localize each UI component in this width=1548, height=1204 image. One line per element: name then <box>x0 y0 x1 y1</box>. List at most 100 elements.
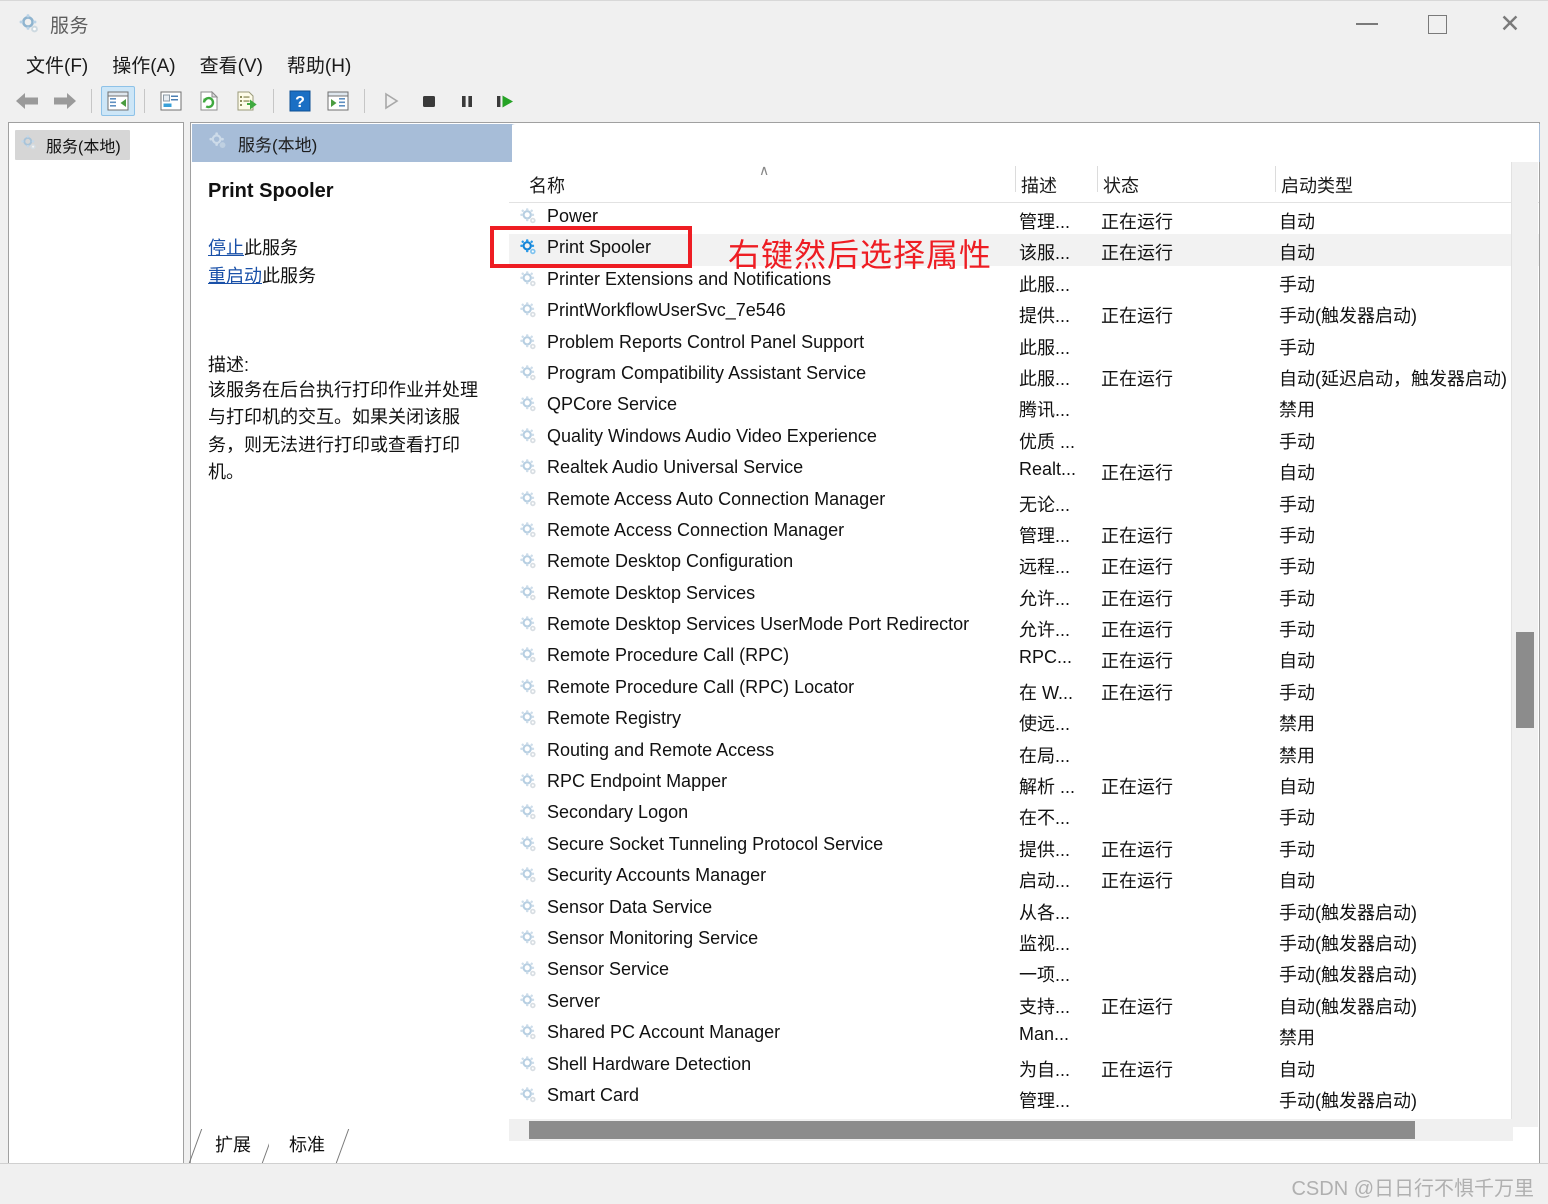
pause-service-icon[interactable] <box>450 86 484 116</box>
horizontal-scrollbar-thumb[interactable] <box>529 1121 1415 1139</box>
service-name-label: Server <box>547 990 601 1011</box>
maximize-button[interactable] <box>1402 1 1472 47</box>
service-name-label: Power <box>547 206 599 226</box>
annotation-text: 右键然后选择属性 <box>728 237 993 273</box>
table-row[interactable]: Secure Socket Tunneling Protocol Service… <box>509 831 1539 862</box>
row-status-cell: 正在运行 <box>1101 839 1173 860</box>
column-header-startup[interactable]: 启动类型 <box>1281 172 1353 198</box>
tree-item-services-local[interactable]: 服务(本地) <box>15 130 130 160</box>
row-name-cell: Remote Procedure Call (RPC) <box>519 645 789 666</box>
close-button[interactable]: ✕ <box>1472 1 1548 47</box>
restart-service-link[interactable]: 重启动 <box>208 266 262 286</box>
forward-arrow-icon[interactable] <box>48 86 82 116</box>
toolbar-separator <box>273 89 274 113</box>
service-name-label: Realtek Audio Universal Service <box>547 457 804 478</box>
stop-service-link[interactable]: 停止 <box>208 238 244 258</box>
table-row[interactable]: Sensor Monitoring Service 监视... 手动(触发器启动) <box>509 925 1539 956</box>
column-header-description[interactable]: 描述 <box>1021 172 1057 198</box>
service-name-label: Remote Procedure Call (RPC) Locator <box>547 676 855 697</box>
show-action-pane-icon[interactable] <box>321 86 355 116</box>
row-name-cell: Sensor Service <box>519 959 669 980</box>
service-gear-icon <box>519 490 538 509</box>
restart-service-suffix: 此服务 <box>262 265 316 286</box>
table-row[interactable]: Secondary Logon 在不... 手动 <box>509 799 1539 830</box>
table-row[interactable]: Security Accounts Manager 启动... 正在运行 自动 <box>509 862 1539 893</box>
table-row[interactable]: Remote Registry 使远... 禁用 <box>509 705 1539 736</box>
row-description-cell: 此服... <box>1019 337 1071 358</box>
row-startup-cell: 自动 <box>1279 212 1315 232</box>
start-service-icon[interactable] <box>374 86 408 116</box>
table-row[interactable]: Remote Procedure Call (RPC) RPC... 正在运行 自动 <box>509 642 1539 673</box>
table-row[interactable]: Power 管理... 正在运行 自动 <box>509 203 1539 234</box>
sort-ascending-icon: ∧ <box>759 162 770 178</box>
table-row[interactable]: Shell Hardware Detection 为自... 正在运行 自动 <box>509 1051 1539 1082</box>
service-gear-icon <box>519 803 538 822</box>
row-startup-cell: 自动 <box>1279 243 1315 264</box>
table-row[interactable]: Quality Windows Audio Video Experience 优质… <box>509 423 1539 454</box>
row-status-cell: 正在运行 <box>1101 651 1173 672</box>
service-gear-icon <box>519 992 538 1011</box>
vertical-scrollbar[interactable] <box>1511 162 1538 1127</box>
row-description-cell: 腾讯... <box>1019 400 1071 421</box>
row-status-cell: 正在运行 <box>1101 620 1173 641</box>
content-pane: 服务(本地) Print Spooler 停止此服务 重启动此服务 描述: 该服… <box>188 122 1540 1164</box>
table-row[interactable]: RPC Endpoint Mapper 解析 ... 正在运行 自动 <box>509 768 1539 799</box>
restart-service-icon[interactable] <box>488 86 522 116</box>
table-row[interactable]: Sensor Service 一项... 手动(触发器启动) <box>509 956 1539 987</box>
minimize-button[interactable] <box>1332 1 1402 47</box>
table-row[interactable]: Printer Extensions and Notifications 此服..… <box>509 266 1539 297</box>
stop-service-icon[interactable] <box>412 86 446 116</box>
tab-extended[interactable]: 扩展 <box>188 1129 276 1163</box>
menu-item-view[interactable]: 查看(V) <box>188 49 275 80</box>
table-row[interactable]: Print Spooler 该服... 正在运行 自动 <box>509 234 1539 266</box>
table-row[interactable]: Realtek Audio Universal Service Realt... 正… <box>509 454 1539 485</box>
row-status-cell: 正在运行 <box>1101 525 1173 546</box>
refresh-icon[interactable] <box>192 86 226 116</box>
horizontal-scrollbar[interactable] <box>509 1119 1513 1141</box>
row-description-cell: 提供... <box>1019 839 1071 860</box>
table-row[interactable]: Program Compatibility Assistant Service 此… <box>509 360 1539 391</box>
toolbar: ? <box>0 82 1548 120</box>
row-name-cell: Quality Windows Audio Video Experience <box>519 426 877 447</box>
tab-standard[interactable]: 标准 <box>269 1129 350 1163</box>
description-label: 描述: <box>208 354 250 375</box>
vertical-scrollbar-thumb[interactable] <box>1516 632 1534 728</box>
table-row[interactable]: Smart Card 管理... 手动(触发器启动) <box>509 1082 1539 1113</box>
table-row[interactable]: Remote Access Connection Manager 管理... 正在运… <box>509 517 1539 548</box>
column-header-status[interactable]: 状态 <box>1103 172 1139 198</box>
menu-item-file[interactable]: 文件(F) <box>14 49 100 80</box>
help-icon[interactable]: ? <box>283 86 317 116</box>
back-arrow-icon[interactable] <box>10 86 44 116</box>
table-row[interactable]: QPCore Service 腾讯... 禁用 <box>509 391 1539 422</box>
row-description-cell: 解析 ... <box>1019 777 1076 798</box>
row-description-cell: Man... <box>1019 1024 1070 1045</box>
row-description-cell: 无论... <box>1019 494 1071 515</box>
table-row[interactable]: Routing and Remote Access 在局... 禁用 <box>509 737 1539 768</box>
table-row[interactable]: Remote Procedure Call (RPC) Locator 在 W..… <box>509 674 1539 705</box>
table-row[interactable]: Sensor Data Service 从各... 手动(触发器启动) <box>509 894 1539 925</box>
table-row[interactable]: Remote Desktop Services UserMode Port Re… <box>509 611 1539 642</box>
menu-item-action[interactable]: 操作(A) <box>100 49 187 80</box>
row-status-cell: 正在运行 <box>1101 871 1173 892</box>
row-startup-cell: 手动 <box>1279 274 1315 295</box>
menu-item-help[interactable]: 帮助(H) <box>275 49 363 80</box>
export-list-icon[interactable] <box>230 86 264 116</box>
service-gear-icon <box>519 741 538 760</box>
table-row[interactable]: Problem Reports Control Panel Support 此服.… <box>509 329 1539 360</box>
table-row[interactable]: Server 支持... 正在运行 自动(触发器启动) <box>509 988 1539 1019</box>
table-row[interactable]: Remote Desktop Configuration 远程... 正在运行 手动 <box>509 548 1539 579</box>
table-row[interactable]: Shared PC Account Manager Man... 禁用 <box>509 1019 1539 1050</box>
table-row[interactable]: Remote Desktop Services 允许... 正在运行 手动 <box>509 580 1539 611</box>
row-status-cell: 正在运行 <box>1101 212 1173 232</box>
row-status-cell: 正在运行 <box>1101 777 1173 798</box>
table-row[interactable]: PrintWorkflowUserSvc_7e546 提供... 正在运行 手动(触发… <box>509 297 1539 328</box>
properties-icon[interactable] <box>154 86 188 116</box>
show-hide-tree-icon[interactable] <box>101 86 135 116</box>
row-description-cell: 支持... <box>1019 996 1071 1017</box>
service-gear-icon <box>519 458 538 477</box>
table-row[interactable]: Remote Access Auto Connection Manager 无论.… <box>509 486 1539 517</box>
row-description-cell: 监视... <box>1019 933 1071 954</box>
column-header-name[interactable]: 名称 <box>529 172 565 198</box>
row-status-cell: 正在运行 <box>1101 243 1173 264</box>
service-name-label: Sensor Data Service <box>547 896 713 917</box>
